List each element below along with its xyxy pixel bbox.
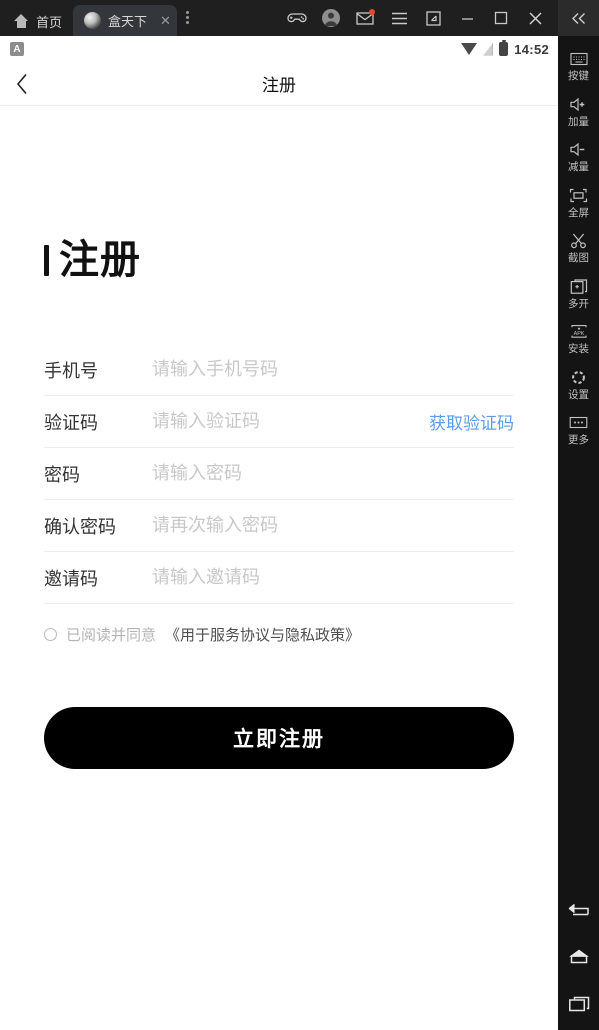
tab-home-label: 首页	[36, 14, 63, 30]
multi-instance-icon	[570, 277, 588, 296]
nav-home-button[interactable]	[558, 936, 599, 983]
resize-icon[interactable]	[416, 0, 450, 36]
tab-home[interactable]: 首页	[0, 6, 73, 36]
sidebar-item-more-label: 更多	[568, 434, 589, 446]
sidebar-item-volume-up-label: 加量	[568, 115, 589, 128]
gamepad-icon[interactable]	[280, 0, 314, 36]
keyboard-icon	[569, 49, 588, 68]
kebab-menu-icon[interactable]	[177, 6, 198, 36]
emulator-sidebar: 按键 加量 减量 全屏 截图 多开 APK 安装 设置 更多	[558, 36, 599, 1030]
battery-icon	[499, 39, 509, 56]
agreement-link[interactable]: 《用于服务协议与隐私政策》	[165, 624, 360, 645]
nav-recents-button[interactable]	[558, 983, 599, 1030]
sidebar-item-multi-instance[interactable]: 多开	[558, 270, 599, 316]
sidebar-item-install[interactable]: APK 安装	[558, 315, 599, 361]
field-verify-code-label: 验证码	[44, 412, 98, 433]
register-form: 手机号 验证码 获取验证码 密码 确认密码	[44, 344, 514, 769]
sidebar-item-volume-up[interactable]: 加量	[558, 88, 599, 134]
field-phone: 手机号	[44, 344, 514, 396]
volume-up-icon	[569, 95, 589, 114]
sidebar-item-screenshot-label: 截图	[568, 252, 589, 264]
sidebar-item-screenshot[interactable]: 截图	[558, 224, 599, 270]
emulator-window: 首页 盒天下 ✕ A 14:52 注册 注册 手机号 请输入手机号码 验证码 请…	[0, 0, 599, 1030]
svg-text:APK: APK	[573, 331, 584, 337]
nav-recents-icon	[568, 996, 590, 1017]
password-input[interactable]	[152, 463, 514, 484]
nav-home-icon	[568, 949, 590, 970]
field-password-label: 密码	[44, 464, 80, 485]
field-password: 密码	[44, 448, 514, 500]
statusbar-clock: 14:52	[514, 41, 549, 57]
field-verify-code: 验证码 获取验证码	[44, 396, 514, 448]
statusbar-right: 14:52	[461, 39, 549, 57]
verify-code-input[interactable]	[152, 411, 417, 432]
field-invite-code-label: 邀请码	[44, 568, 98, 589]
signal-icon	[483, 42, 494, 56]
fullscreen-icon	[569, 186, 588, 205]
title-accent-bar	[44, 244, 49, 276]
window-titlebar: 首页 盒天下 ✕	[0, 0, 599, 36]
tab-close-icon[interactable]: ✕	[160, 14, 171, 27]
page-title-text: 注册	[59, 238, 141, 282]
emulator-stage: A 14:52 注册 注册 手机号 请输入手机号码 验证码 请输入验证码 获取验…	[0, 36, 599, 1030]
app-header-title: 注册	[262, 76, 296, 95]
phone-input[interactable]	[152, 359, 514, 380]
agreement-row[interactable]: 已阅读并同意 《用于服务协议与隐私政策》	[44, 624, 514, 645]
page-title: 注册	[44, 240, 514, 280]
field-confirm-password: 确认密码	[44, 500, 514, 552]
nav-back-button[interactable]	[558, 889, 599, 936]
sidebar-item-install-label: 安装	[568, 343, 589, 355]
user-avatar-icon[interactable]	[314, 0, 348, 36]
window-tools	[280, 0, 558, 36]
close-icon[interactable]	[518, 0, 552, 36]
tab-hetianxia[interactable]: 盒天下 ✕	[73, 5, 177, 36]
sidebar-item-volume-down[interactable]: 减量	[558, 133, 599, 179]
get-verify-code-button[interactable]: 获取验证码	[417, 409, 514, 434]
app-header: 注册	[0, 62, 558, 106]
field-invite-code: 邀请码	[44, 552, 514, 604]
minimize-icon[interactable]	[450, 0, 484, 36]
invite-code-input[interactable]	[152, 567, 514, 588]
sidebar-item-keys[interactable]: 按键	[558, 42, 599, 88]
ellipsis-icon	[569, 413, 588, 432]
scissors-icon	[570, 231, 587, 250]
mail-icon[interactable]	[348, 0, 382, 36]
app-favicon-icon	[84, 12, 102, 29]
field-phone-label: 手机号	[44, 360, 98, 381]
hamburger-menu-icon[interactable]	[382, 0, 416, 36]
field-confirm-password-label: 确认密码	[44, 516, 116, 537]
sidebar-item-settings-label: 设置	[568, 388, 589, 401]
nav-back-icon	[568, 902, 590, 923]
chevron-double-left-icon[interactable]	[558, 0, 599, 36]
sidebar-item-volume-down-label: 减量	[568, 161, 589, 173]
sidebar-item-settings[interactable]: 设置	[558, 361, 599, 407]
android-statusbar: A 14:52	[0, 36, 558, 62]
agreement-radio[interactable]	[44, 628, 57, 641]
volume-down-icon	[569, 140, 589, 159]
mail-badge	[369, 9, 375, 15]
sidebar-item-fullscreen-label: 全屏	[568, 206, 589, 219]
register-submit-button[interactable]: 立即注册	[44, 707, 514, 769]
home-icon	[14, 14, 29, 28]
apk-install-icon: APK	[569, 322, 589, 341]
android-screen: A 14:52 注册 注册 手机号 请输入手机号码 验证码 请输入验证码 获取验…	[0, 36, 558, 1030]
agreement-text: 已阅读并同意	[66, 627, 157, 644]
sidebar-item-fullscreen[interactable]: 全屏	[558, 179, 599, 225]
gear-icon	[570, 368, 587, 387]
chevron-left-icon[interactable]	[0, 62, 44, 106]
register-page: 注册 手机号 验证码 获取验证码 密码	[0, 106, 558, 1030]
sidebar-item-keys-label: 按键	[568, 70, 589, 82]
sidebar-item-more[interactable]: 更多	[558, 406, 599, 452]
input-method-badge: A	[10, 42, 24, 56]
tab-hetianxia-label: 盒天下	[108, 14, 148, 29]
tab-strip: 首页 盒天下 ✕	[0, 0, 198, 36]
sidebar-item-multi-instance-label: 多开	[568, 297, 589, 310]
maximize-icon[interactable]	[484, 0, 518, 36]
confirm-password-input[interactable]	[152, 515, 514, 536]
wifi-icon	[461, 43, 478, 55]
